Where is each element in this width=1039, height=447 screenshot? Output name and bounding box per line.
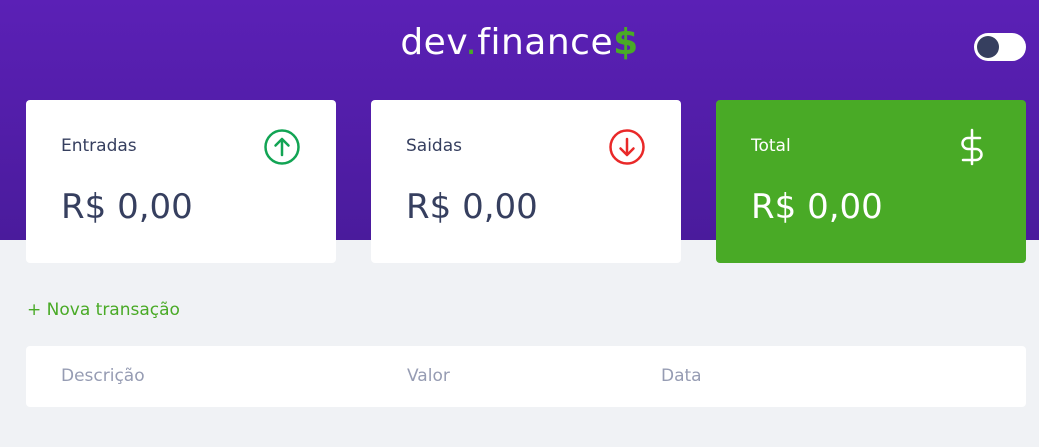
expense-label: Saidas [406, 136, 462, 156]
expense-card: Saidas R$ 0,00 [371, 100, 681, 263]
logo-text-dev: dev [400, 22, 466, 63]
logo-text-finance: finance [477, 22, 614, 63]
app-logo: dev.finance$ [0, 22, 1039, 63]
column-description: Descrição [61, 366, 145, 386]
total-label: Total [751, 136, 791, 156]
new-transaction-link[interactable]: + Nova transação [27, 300, 180, 320]
total-amount: R$ 0,00 [751, 187, 883, 227]
dollar-sign-icon [961, 128, 983, 166]
column-value: Valor [407, 366, 450, 386]
transactions-table-header: Descrição Valor Data [26, 346, 1026, 407]
arrow-down-circle-icon [609, 129, 645, 165]
total-card: Total R$ 0,00 [716, 100, 1026, 263]
income-amount: R$ 0,00 [61, 187, 193, 227]
logo-dollar: $ [613, 22, 639, 63]
arrow-up-circle-icon [264, 129, 300, 165]
theme-toggle[interactable] [974, 33, 1026, 61]
expense-amount: R$ 0,00 [406, 187, 538, 227]
column-date: Data [661, 366, 702, 386]
income-card: Entradas R$ 0,00 [26, 100, 336, 263]
theme-toggle-knob [977, 36, 999, 58]
logo-dot: . [465, 22, 478, 63]
income-label: Entradas [61, 136, 137, 156]
